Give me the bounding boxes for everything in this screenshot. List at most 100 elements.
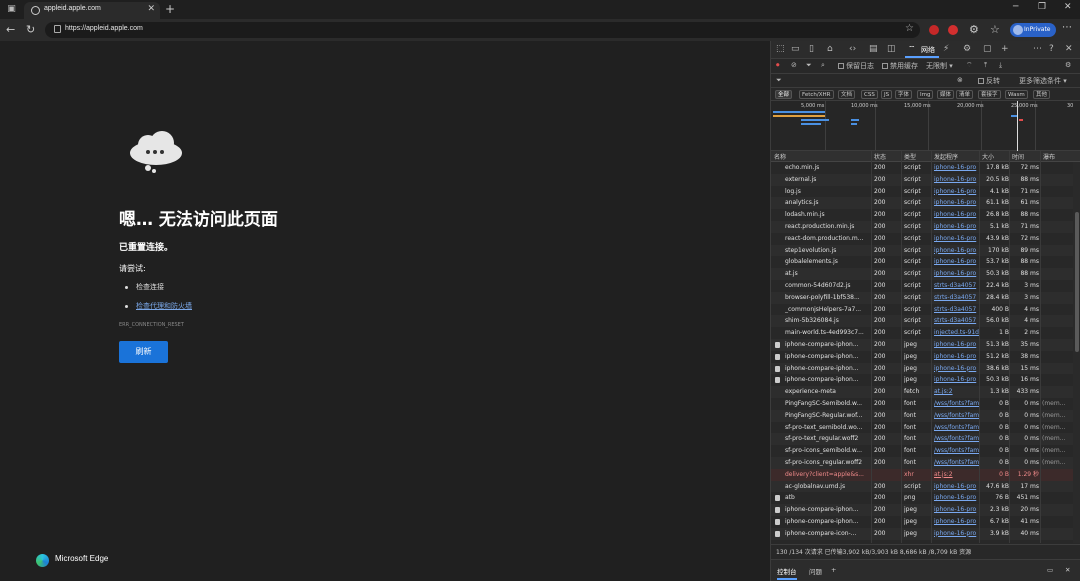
search-icon[interactable]: ⌕ [821, 61, 825, 70]
cell-initiator[interactable]: iphone-16-pro [934, 268, 980, 280]
cell-initiator[interactable]: iphone-16-pro [934, 374, 980, 386]
table-row[interactable]: sf-pro-text_regular.woff2 200 font/wss/fon… [771, 433, 1080, 446]
close-devtools-icon[interactable]: ✕ [1065, 44, 1073, 54]
minimize-icon[interactable]: ─ [1013, 2, 1018, 12]
close-drawer-icon[interactable]: ✕ [1065, 566, 1070, 574]
elements-icon[interactable]: ‹› [849, 44, 856, 54]
clear-icon[interactable]: ⊘ [791, 61, 797, 69]
filter-type-7[interactable]: 媒体 [937, 90, 955, 99]
table-row[interactable]: iphone-compare-icon-... 200 jpeg iphone-16-… [771, 527, 1080, 540]
column-header-4[interactable]: 大小 [982, 152, 994, 161]
table-row[interactable]: main-world.ts-4ed993c7... 200 script inject… [771, 327, 1080, 339]
filter-input[interactable]: ⏷ [776, 76, 782, 85]
column-header-1[interactable]: 状态 [874, 152, 886, 161]
filter-type-10[interactable]: Wasm [1005, 90, 1028, 99]
wifi-settings-icon[interactable]: ⌔ [966, 61, 973, 70]
add-drawer-tab-icon[interactable]: + [831, 566, 836, 574]
filter-icon[interactable]: ⏷ [806, 61, 812, 70]
lock-icon[interactable] [54, 25, 61, 33]
favorite-star-icon[interactable]: ☆ [905, 23, 914, 34]
cell-initiator[interactable]: at.js:2 [934, 469, 980, 481]
cell-initiator[interactable]: iphone-16-pro [934, 197, 980, 209]
column-header-6[interactable]: 瀑布 [1043, 152, 1055, 161]
clear-filter-icon[interactable]: ⊗ [957, 76, 963, 84]
more-options-icon[interactable]: ⋯ [1033, 44, 1042, 54]
filter-type-6[interactable]: Img [917, 90, 934, 99]
sidebar-icon[interactable]: ▯ [809, 44, 814, 54]
filter-type-8[interactable]: 清单 [956, 90, 974, 99]
cell-initiator[interactable]: at.js:2 [934, 386, 980, 398]
requests-scrollbar[interactable] [1073, 162, 1080, 543]
tab-issues[interactable]: 问题 [809, 566, 822, 576]
cell-initiator[interactable]: /wss/fonts?fam [934, 398, 980, 410]
cell-initiator[interactable]: iphone-16-pro [934, 186, 980, 198]
column-divider[interactable] [871, 151, 872, 543]
tab-network[interactable]: ⌔ 网络 [905, 42, 939, 58]
restore-icon[interactable]: ❐ [1038, 2, 1046, 12]
table-row[interactable]: echo.min.js 200 script iphone-16-pro 17.8 kB… [771, 162, 1080, 174]
application-icon[interactable]: ▢ [983, 44, 992, 54]
upload-icon[interactable]: ⤒ [984, 61, 987, 70]
close-window-icon[interactable]: ✕ [1064, 2, 1072, 12]
table-row[interactable]: sf-pro-icons_semibold.w... 200 font/wss/fo… [771, 445, 1080, 457]
table-row[interactable]: at.js 200 script iphone-16-pro 50.3 kB 88 ms [771, 268, 1080, 280]
cell-initiator[interactable]: iphone-16-pro [934, 256, 980, 268]
url-text[interactable]: https://appleid.apple.com [65, 25, 143, 32]
invert-checkbox[interactable]: 反转 [978, 76, 1000, 86]
sources-icon[interactable]: ◫ [887, 44, 896, 54]
browser-tab[interactable]: appleid.apple.com ✕ [24, 2, 160, 19]
dock-icon[interactable]: ▭ [1047, 566, 1053, 574]
cell-initiator[interactable]: strts-d3a4057 [934, 292, 980, 304]
table-row[interactable]: analytics.js 200 script iphone-16-pro 61.1 k… [771, 197, 1080, 210]
cell-initiator[interactable]: iphone-16-pro [934, 162, 980, 174]
table-row[interactable]: iphone-compare-iphon... 200 jpeg iphone-16-… [771, 516, 1080, 528]
cell-initiator[interactable]: iphone-16-pro [934, 481, 980, 493]
table-row[interactable]: log.js 200 script iphone-16-pro 4.1 kB 71 ms [771, 186, 1080, 198]
table-row[interactable]: iphone-compare-iphon... 200 jpeg iphone-16-… [771, 338, 1080, 351]
device-icon[interactable]: ▭ [791, 44, 800, 54]
column-header-0[interactable]: 名称 [774, 152, 786, 161]
cell-initiator[interactable]: /wss/fonts?fam [934, 433, 980, 445]
column-divider[interactable] [901, 151, 902, 543]
close-tab-icon[interactable]: ✕ [147, 4, 155, 14]
refresh-icon[interactable]: ↻ [26, 23, 35, 36]
refresh-button[interactable]: 刷新 [119, 341, 168, 363]
table-row[interactable]: browser-polyfill-1bf538... 200 script strts… [771, 291, 1080, 304]
cell-initiator[interactable]: iphone-16-pro [934, 492, 980, 504]
cell-initiator[interactable]: /wss/fonts?fam [934, 422, 980, 434]
table-row[interactable]: PingFangSC-Regular.wof... 200 font/wss/fon… [771, 409, 1080, 422]
cell-initiator[interactable]: iphone-16-pro [934, 363, 980, 375]
table-row[interactable]: experience-meta 200 fetch at.js:2 1.3 kB 433 … [771, 386, 1080, 398]
cell-initiator[interactable]: /wss/fonts?fam [934, 445, 980, 457]
column-divider[interactable] [1040, 151, 1041, 543]
inspect-icon[interactable]: ⬚ [776, 44, 785, 54]
table-row[interactable]: shim-5b326084.js 200 script strts-d3a4057 56… [771, 315, 1080, 328]
table-row[interactable]: common-54d607d2.js 200 script strts-d3a4057… [771, 280, 1080, 292]
favorites-icon[interactable]: ☆ [990, 23, 1000, 36]
more-filters-dropdown[interactable]: 更多筛选条件 ▾ [1019, 76, 1067, 86]
extension-icon[interactable] [929, 25, 939, 35]
address-bar[interactable]: https://appleid.apple.com ☆ [45, 22, 920, 38]
filter-type-4[interactable]: JS [881, 90, 893, 99]
cell-initiator[interactable]: /wss/fonts?fam [934, 457, 980, 469]
download-icon[interactable]: ⤓ [999, 61, 1002, 70]
table-row[interactable]: iphone-compare-iphon... 200 jpeg iphone-16-… [771, 351, 1080, 363]
column-header-2[interactable]: 类型 [904, 152, 916, 161]
column-divider[interactable] [931, 151, 932, 543]
cell-initiator[interactable]: strts-d3a4057 [934, 304, 980, 316]
cell-initiator[interactable]: iphone-16-pro [934, 245, 980, 257]
table-row[interactable]: ac-globalnav.umd.js 200 script iphone-16-pr… [771, 480, 1080, 493]
cell-initiator[interactable]: iphone-16-pro [934, 504, 980, 516]
cell-initiator[interactable]: strts-d3a4057 [934, 280, 980, 292]
extensions-icon[interactable]: ⚙ [969, 23, 979, 36]
cell-initiator[interactable]: strts-d3a4057 [934, 315, 980, 327]
back-icon[interactable]: ← [6, 23, 15, 36]
cell-initiator[interactable]: iphone-16-pro [934, 233, 980, 245]
table-row[interactable]: delivery?client=apple&s... xhr at.js:2 0 B 1… [771, 468, 1080, 481]
cell-initiator[interactable]: /wss/fonts?fam [934, 410, 980, 422]
table-row[interactable]: sf-pro-icons_regular.woff2 200 font/wss/fo… [771, 456, 1080, 469]
filter-type-9[interactable]: 套接字 [978, 90, 1001, 99]
performance-icon[interactable]: ⚡ [943, 44, 949, 54]
network-overview-timeline[interactable]: 5,000 ms 10,000 ms 15,000 ms 20,000 ms 25,00… [771, 101, 1080, 151]
table-row[interactable]: sf-pro-text_semibold.wo... 200 font/wss/fo… [771, 422, 1080, 434]
